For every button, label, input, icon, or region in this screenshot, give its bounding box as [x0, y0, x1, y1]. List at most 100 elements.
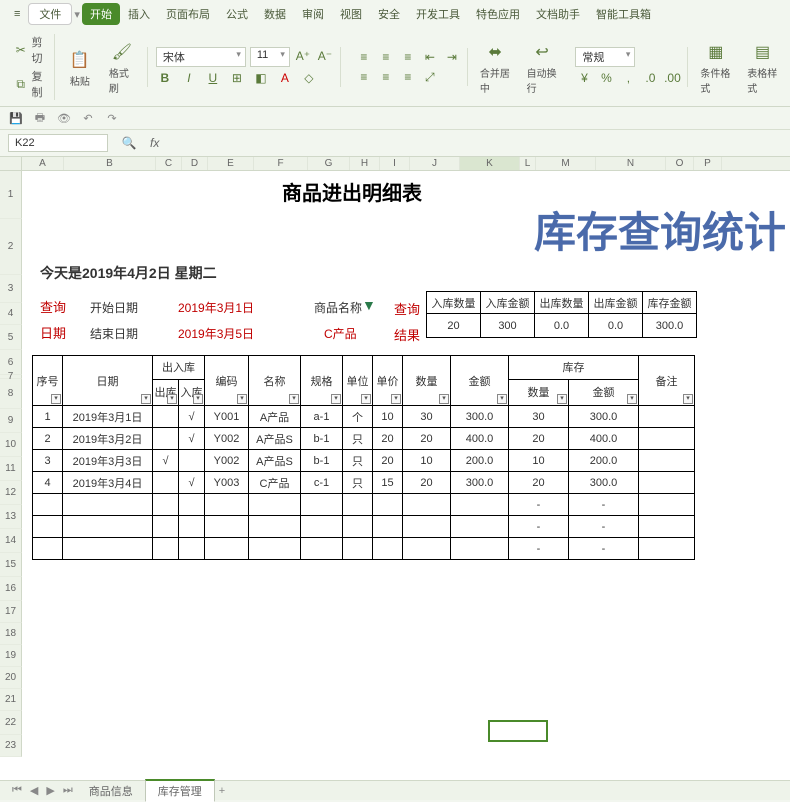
table-style-button[interactable]: ▤表格样式	[743, 39, 782, 95]
col-in[interactable]: 入库▾	[179, 379, 205, 405]
filter-icon[interactable]: ▾	[557, 394, 567, 404]
col-name[interactable]: 名称▾	[249, 356, 301, 406]
col-header-D[interactable]: D	[182, 157, 208, 170]
row-header[interactable]: 23	[0, 735, 22, 757]
align-top-icon[interactable]: ≡	[355, 48, 373, 66]
tab-formulas[interactable]: 公式	[218, 3, 256, 25]
col-header-G[interactable]: G	[308, 157, 350, 170]
row-header[interactable]: 8	[0, 379, 22, 409]
percent-icon[interactable]: %	[597, 69, 615, 87]
merge-center-button[interactable]: ⬌合并居中	[476, 39, 515, 95]
clear-fx-button[interactable]: ◇	[300, 69, 318, 87]
col-header-F[interactable]: F	[254, 157, 308, 170]
tab-smart-tools[interactable]: 智能工具箱	[588, 3, 659, 25]
sheet-nav-last-icon[interactable]: ⏭	[59, 784, 77, 797]
col-qty[interactable]: 数量▾	[403, 356, 451, 406]
hamburger-icon[interactable]: ≡	[6, 5, 28, 23]
decrease-font-icon[interactable]: A⁻	[316, 47, 334, 65]
row-header[interactable]: 1	[0, 171, 22, 219]
row-header[interactable]: 5	[0, 325, 22, 350]
row-header[interactable]: 2	[0, 219, 22, 275]
select-all-corner[interactable]	[0, 157, 22, 170]
font-color-button[interactable]: A	[276, 69, 294, 87]
row-header[interactable]: 14	[0, 529, 22, 553]
filter-icon[interactable]: ▾	[237, 394, 247, 404]
tab-page-layout[interactable]: 页面布局	[158, 3, 218, 25]
wrap-text-button[interactable]: ↩自动换行	[523, 39, 562, 95]
row-header[interactable]: 17	[0, 601, 22, 623]
col-header-H[interactable]: H	[350, 157, 380, 170]
paste-button[interactable]: 📋粘贴	[63, 47, 97, 88]
row-header[interactable]: 9	[0, 409, 22, 433]
col-header-M[interactable]: M	[536, 157, 596, 170]
file-menu[interactable]: 文件	[28, 3, 72, 25]
col-header-N[interactable]: N	[596, 157, 666, 170]
col-out[interactable]: 出库▾	[153, 379, 179, 405]
align-left-icon[interactable]: ≡	[355, 68, 373, 86]
col-seq[interactable]: 序号▾	[33, 356, 63, 406]
col-remark[interactable]: 备注▾	[639, 356, 695, 406]
col-amount[interactable]: 金额▾	[451, 356, 509, 406]
row-header[interactable]: 22	[0, 711, 22, 735]
bold-button[interactable]: B	[156, 69, 174, 87]
col-header-C[interactable]: C	[156, 157, 182, 170]
filter-icon[interactable]: ▾	[289, 394, 299, 404]
fill-color-button[interactable]: ◧	[252, 69, 270, 87]
col-spec[interactable]: 规格▾	[301, 356, 343, 406]
add-sheet-button[interactable]: +	[215, 785, 229, 797]
col-date[interactable]: 日期▾	[63, 356, 153, 406]
col-header-I[interactable]: I	[380, 157, 410, 170]
tab-doc-assist[interactable]: 文档助手	[528, 3, 588, 25]
filter-icon[interactable]: ▾	[331, 394, 341, 404]
border-button[interactable]: ⊞	[228, 69, 246, 87]
comma-icon[interactable]: ,	[619, 69, 637, 87]
col-price[interactable]: 单价▾	[373, 356, 403, 406]
inc-decimal-icon[interactable]: .0	[641, 69, 659, 87]
active-cell[interactable]	[488, 720, 548, 742]
filter-icon[interactable]: ▾	[167, 394, 177, 404]
indent-dec-icon[interactable]: ⇤	[421, 48, 439, 66]
increase-font-icon[interactable]: A⁺	[294, 47, 312, 65]
filter-icon[interactable]: ▾	[141, 394, 151, 404]
col-header-O[interactable]: O	[666, 157, 694, 170]
col-header-L[interactable]: L	[520, 157, 536, 170]
filter-icon[interactable]: ▾	[627, 394, 637, 404]
col-header-K[interactable]: K	[460, 157, 520, 170]
format-painter-button[interactable]: 🖌格式刷	[105, 39, 139, 95]
align-mid-icon[interactable]: ≡	[377, 48, 395, 66]
row-header[interactable]: 18	[0, 623, 22, 645]
sheet-nav-first-icon[interactable]: ⏮	[8, 784, 26, 797]
row-header[interactable]: 11	[0, 457, 22, 481]
font-size-select[interactable]: 11	[250, 47, 290, 67]
search-icon[interactable]: 🔍	[120, 134, 138, 152]
tab-review[interactable]: 审阅	[294, 3, 332, 25]
font-family-select[interactable]: 宋体	[156, 47, 246, 67]
col-stock-qty[interactable]: 数量▾	[509, 379, 569, 405]
tab-dev-tools[interactable]: 开发工具	[408, 3, 468, 25]
italic-button[interactable]: I	[180, 69, 198, 87]
filter-icon[interactable]: ▾	[51, 394, 61, 404]
sheet-nav-next-icon[interactable]: ▶	[42, 784, 58, 797]
undo-icon[interactable]: ↶	[80, 111, 96, 125]
col-header-P[interactable]: P	[694, 157, 722, 170]
row-header[interactable]: 19	[0, 645, 22, 667]
row-header[interactable]: 16	[0, 577, 22, 601]
tab-data[interactable]: 数据	[256, 3, 294, 25]
align-bot-icon[interactable]: ≡	[399, 48, 417, 66]
filter-icon[interactable]: ▾	[361, 394, 371, 404]
print-icon[interactable]: 🖶	[32, 111, 48, 125]
file-dropdown-icon[interactable]: ▾	[72, 8, 82, 21]
row-header[interactable]: 4	[0, 303, 22, 325]
filter-triangle-icon[interactable]: ▼	[362, 297, 376, 313]
row-header[interactable]: 21	[0, 689, 22, 711]
filter-icon[interactable]: ▾	[391, 394, 401, 404]
tab-home[interactable]: 开始	[82, 3, 120, 25]
sheet-tab[interactable]: 商品信息	[77, 781, 145, 801]
filter-icon[interactable]: ▾	[439, 394, 449, 404]
col-header-E[interactable]: E	[208, 157, 254, 170]
save-icon[interactable]: 💾	[8, 111, 24, 125]
col-unit[interactable]: 单位▾	[343, 356, 373, 406]
cond-format-button[interactable]: ▦条件格式	[696, 39, 735, 95]
orientation-icon[interactable]: ⤢	[421, 68, 439, 86]
row-header[interactable]: 20	[0, 667, 22, 689]
